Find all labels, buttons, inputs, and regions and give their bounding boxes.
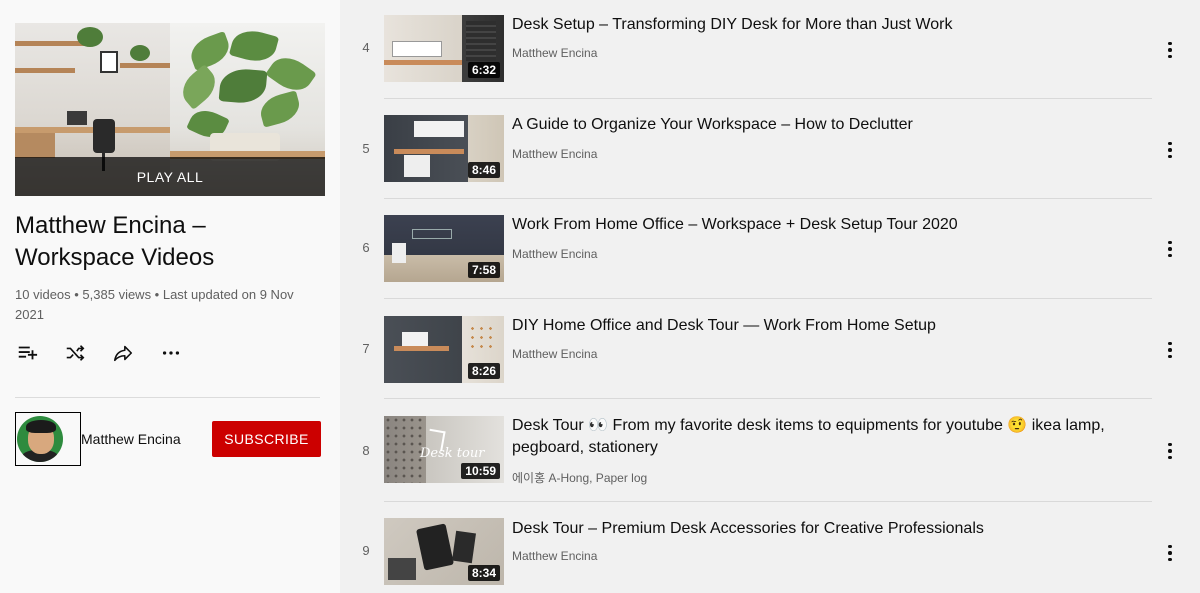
video-duration: 8:34 <box>467 565 500 581</box>
video-index: 5 <box>362 141 370 156</box>
video-list: 4 6:32 Desk Setup – Transforming DIY Des… <box>348 0 1200 593</box>
video-title[interactable]: A Guide to Organize Your Workspace – How… <box>512 114 1152 136</box>
video-duration: 7:58 <box>467 262 500 278</box>
playlist-thumbnail[interactable]: PLAY ALL <box>15 23 325 196</box>
video-duration: 6:32 <box>467 62 500 78</box>
list-item[interactable]: 7 8:26 DIY Home Office and Desk Tour — W… <box>348 300 1200 400</box>
video-thumbnail[interactable]: 8:34 <box>384 518 504 585</box>
video-title[interactable]: DIY Home Office and Desk Tour — Work Fro… <box>512 315 1152 337</box>
video-index: 9 <box>362 543 370 558</box>
video-thumbnail[interactable]: 8:26 <box>384 316 504 383</box>
list-item[interactable]: 5 8:46 A Guide to Organize Your Workspac… <box>348 100 1200 200</box>
video-channel[interactable]: Matthew Encina <box>512 347 597 361</box>
playlist-stats: 10 videos • 5,385 views • Last updated o… <box>15 287 294 322</box>
divider <box>15 397 320 398</box>
video-title[interactable]: Desk Setup – Transforming DIY Desk for M… <box>512 14 1152 36</box>
playlist-sidebar: PLAY ALL Matthew Encina – Workspace Vide… <box>0 0 340 593</box>
share-icon[interactable] <box>111 341 135 365</box>
avatar-frame <box>15 412 81 466</box>
video-more-icon[interactable] <box>1158 541 1182 565</box>
list-item[interactable]: 8 Desk tour 10:59 Desk Tour 👀 From my fa… <box>348 400 1200 502</box>
playlist-owner[interactable]: Matthew Encina <box>15 412 181 466</box>
video-channel[interactable]: 에이홍 A-Hong, Paper log <box>512 469 647 486</box>
video-index: 4 <box>362 40 370 55</box>
divider <box>384 398 1152 399</box>
video-more-icon[interactable] <box>1158 439 1182 463</box>
video-channel[interactable]: Matthew Encina <box>512 247 597 261</box>
video-channel[interactable]: Matthew Encina <box>512 46 597 60</box>
playlist-actions <box>15 341 183 365</box>
video-more-icon[interactable] <box>1158 38 1182 62</box>
list-item[interactable]: 6 7:58 Work From Home Office – Workspace… <box>348 200 1200 300</box>
video-title[interactable]: Desk Tour – Premium Desk Accessories for… <box>512 518 1152 540</box>
shuffle-icon[interactable] <box>63 341 87 365</box>
play-all-button[interactable]: PLAY ALL <box>15 157 325 196</box>
subscribe-button[interactable]: SUBSCRIBE <box>212 421 321 457</box>
video-thumbnail[interactable]: Desk tour 10:59 <box>384 416 504 483</box>
list-item[interactable]: 9 8:34 Desk Tour – Premium Desk Accessor… <box>348 503 1200 593</box>
more-options-icon[interactable] <box>159 341 183 365</box>
save-to-queue-icon[interactable] <box>15 341 39 365</box>
divider <box>384 98 1152 99</box>
video-thumbnail[interactable]: 7:58 <box>384 215 504 282</box>
video-duration: 10:59 <box>461 463 500 479</box>
video-more-icon[interactable] <box>1158 237 1182 261</box>
video-index: 7 <box>362 341 370 356</box>
video-index: 6 <box>362 240 370 255</box>
video-channel[interactable]: Matthew Encina <box>512 549 597 563</box>
avatar[interactable] <box>17 416 63 462</box>
divider <box>384 501 1152 502</box>
playlist-title: Matthew Encina – Workspace Videos <box>15 212 215 271</box>
list-item[interactable]: 4 6:32 Desk Setup – Transforming DIY Des… <box>348 0 1200 100</box>
video-thumbnail[interactable]: 6:32 <box>384 15 504 82</box>
video-title[interactable]: Work From Home Office – Workspace + Desk… <box>512 214 1152 236</box>
video-channel[interactable]: Matthew Encina <box>512 147 597 161</box>
video-title[interactable]: Desk Tour 👀 From my favorite desk items … <box>512 415 1152 459</box>
video-duration: 8:26 <box>467 363 500 379</box>
divider <box>384 298 1152 299</box>
video-more-icon[interactable] <box>1158 338 1182 362</box>
video-index: 8 <box>362 443 370 458</box>
video-more-icon[interactable] <box>1158 138 1182 162</box>
divider <box>384 198 1152 199</box>
video-duration: 8:46 <box>467 162 500 178</box>
owner-name[interactable]: Matthew Encina <box>81 431 181 447</box>
video-thumbnail[interactable]: 8:46 <box>384 115 504 182</box>
